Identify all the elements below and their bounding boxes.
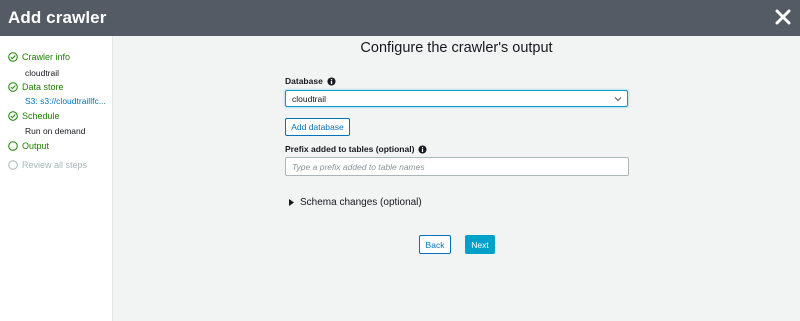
caret-right-icon bbox=[289, 199, 294, 206]
steps-sidebar: Crawler info cloudtrail Data store S3: s… bbox=[0, 36, 113, 321]
step-schedule[interactable]: Schedule bbox=[8, 111, 60, 121]
info-icon[interactable] bbox=[418, 144, 427, 154]
step-detail-crawler-info: cloudtrail bbox=[25, 68, 60, 78]
schema-changes-label: Schema changes (optional) bbox=[300, 197, 422, 208]
close-icon[interactable] bbox=[774, 8, 792, 26]
database-select-value: cloudtrail bbox=[292, 93, 327, 104]
chevron-down-icon bbox=[614, 97, 622, 102]
database-select[interactable]: cloudtrail bbox=[285, 90, 628, 107]
step-label: Data store bbox=[22, 82, 64, 92]
modal-header: Add crawler bbox=[0, 0, 800, 36]
info-icon[interactable] bbox=[327, 76, 336, 86]
step-detail-data-store[interactable]: S3: s3://cloudtraillfc... bbox=[25, 96, 106, 106]
prefix-label: Prefix added to tables (optional) bbox=[285, 144, 427, 154]
step-review-all-steps: Review all steps bbox=[8, 160, 87, 170]
circle-icon bbox=[8, 141, 18, 151]
database-label-text: Database bbox=[285, 76, 323, 86]
step-crawler-info[interactable]: Crawler info bbox=[8, 52, 70, 62]
schema-changes-toggle[interactable]: Schema changes (optional) bbox=[289, 197, 422, 208]
step-label: Review all steps bbox=[22, 160, 88, 170]
step-data-store[interactable]: Data store bbox=[8, 82, 64, 92]
back-button[interactable]: Back bbox=[419, 235, 451, 254]
add-database-button[interactable]: Add database bbox=[285, 118, 350, 136]
prefix-label-text: Prefix added to tables (optional) bbox=[285, 144, 415, 154]
step-label: Output bbox=[22, 141, 50, 151]
step-label: Crawler info bbox=[22, 52, 71, 62]
circle-icon bbox=[8, 160, 18, 170]
database-label: Database bbox=[285, 76, 336, 86]
check-circle-icon bbox=[8, 82, 18, 92]
step-detail-schedule: Run on demand bbox=[25, 126, 86, 136]
check-circle-icon bbox=[8, 52, 18, 62]
page-title: Configure the crawler's output bbox=[360, 40, 553, 56]
modal-title: Add crawler bbox=[8, 8, 107, 27]
next-button[interactable]: Next bbox=[465, 235, 495, 254]
step-label: Schedule bbox=[22, 111, 60, 121]
step-output[interactable]: Output bbox=[8, 141, 49, 151]
check-circle-icon bbox=[8, 111, 18, 121]
prefix-input[interactable] bbox=[285, 157, 629, 176]
